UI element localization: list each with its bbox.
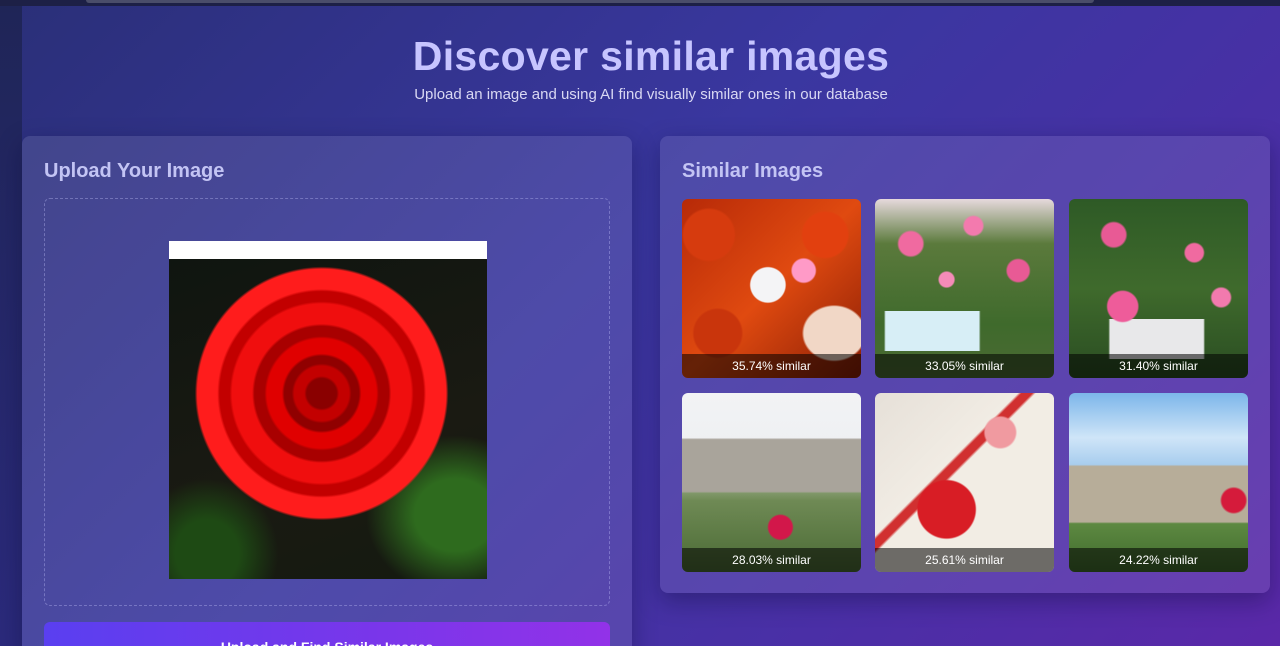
page-title: Discover similar images xyxy=(412,33,890,79)
result-thumbnail xyxy=(1069,199,1248,378)
result-card[interactable]: 35.74% similar xyxy=(682,199,861,378)
result-card[interactable]: 31.40% similar xyxy=(1069,199,1248,378)
result-card[interactable]: 24.22% similar xyxy=(1069,393,1248,572)
results-panel: Similar Images 35.74% similar 33.05% sim… xyxy=(660,136,1270,593)
results-panel-title: Similar Images xyxy=(682,160,824,182)
page-header: Discover similar images Upload an image … xyxy=(22,30,1280,103)
similarity-caption: 33.05% similar xyxy=(875,354,1054,378)
result-thumbnail xyxy=(682,393,861,572)
result-thumbnail xyxy=(875,199,1054,378)
result-card[interactable]: 25.61% similar xyxy=(875,393,1054,572)
upload-panel-title: Upload Your Image xyxy=(44,160,225,182)
result-thumbnail xyxy=(875,393,1054,572)
similarity-caption: 31.40% similar xyxy=(1069,354,1248,378)
similarity-caption: 35.74% similar xyxy=(682,354,861,378)
similarity-caption: 28.03% similar xyxy=(682,548,861,572)
similarity-caption: 25.61% similar xyxy=(875,548,1054,572)
upload-panel: Upload Your Image Upload and Find Simila… xyxy=(22,136,632,646)
uploaded-image-preview xyxy=(169,241,487,579)
result-card[interactable]: 33.05% similar xyxy=(875,199,1054,378)
result-thumbnail xyxy=(682,199,861,378)
browser-top-bar xyxy=(0,0,1280,6)
browser-tab-strip xyxy=(86,0,1094,3)
red-rose-photo xyxy=(169,259,487,579)
page-subtitle: Upload an image and using AI find visual… xyxy=(414,86,888,103)
result-card[interactable]: 28.03% similar xyxy=(682,393,861,572)
results-grid: 35.74% similar 33.05% similar 31.40% sim… xyxy=(682,199,1248,572)
image-dropzone[interactable] xyxy=(44,198,610,606)
upload-and-find-button[interactable]: Upload and Find Similar Images xyxy=(44,622,610,646)
similarity-caption: 24.22% similar xyxy=(1069,548,1248,572)
result-thumbnail xyxy=(1069,393,1248,572)
left-edge-strip xyxy=(0,6,22,646)
